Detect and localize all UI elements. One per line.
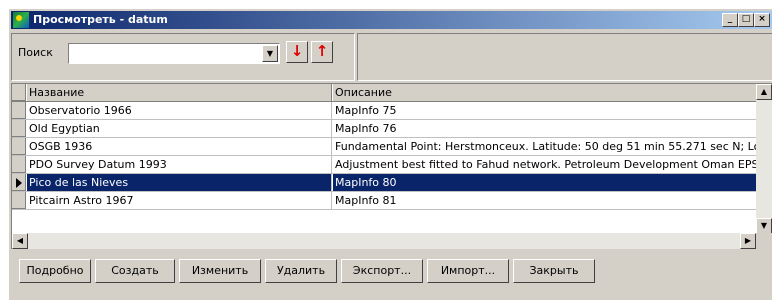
- grid-body: Название Описание Observatorio 1966 MapIn…: [12, 84, 772, 210]
- cell-name[interactable]: Pico de las Nieves: [27, 174, 332, 191]
- current-row-pointer-icon: [16, 178, 22, 188]
- row-selector[interactable]: [12, 192, 26, 209]
- row-selector[interactable]: [12, 102, 26, 119]
- edit-button[interactable]: Изменить: [179, 259, 261, 283]
- sort-down-button[interactable]: ↓: [286, 41, 308, 63]
- search-label: Поиск: [18, 46, 53, 59]
- row-header-corner: [12, 84, 26, 101]
- cell-description[interactable]: MapInfo 76: [333, 120, 772, 137]
- chevron-down-icon[interactable]: ▼: [262, 45, 278, 62]
- column-header-name[interactable]: Название: [27, 84, 332, 101]
- scroll-up-icon[interactable]: ▲: [756, 84, 772, 100]
- title-bar[interactable]: Просмотреть - datum _ □ ×: [11, 11, 772, 29]
- table-row[interactable]: Pico de las Nieves MapInfo 80: [12, 174, 772, 192]
- export-button[interactable]: Экспорт...: [341, 259, 423, 283]
- datum-browser-window: Просмотреть - datum _ □ × Поиск ▼ ↓ ↑ На…: [8, 8, 772, 300]
- cell-name[interactable]: Observatorio 1966: [27, 102, 332, 119]
- table-row[interactable]: OSGB 1936 Fundamental Point: Herstmonceux…: [12, 138, 772, 156]
- app-icon: [13, 12, 29, 28]
- search-toolbar: Поиск ▼ ↓ ↑: [11, 33, 355, 81]
- table-row[interactable]: PDO Survey Datum 1993 Adjustment best fit…: [12, 156, 772, 174]
- import-button[interactable]: Импорт...: [427, 259, 509, 283]
- vertical-scrollbar[interactable]: ▲ ▼: [756, 84, 772, 234]
- row-selector[interactable]: [12, 156, 26, 173]
- maximize-button[interactable]: □: [738, 13, 754, 27]
- cell-name[interactable]: PDO Survey Datum 1993: [27, 156, 332, 173]
- cell-name[interactable]: Pitcairn Astro 1967: [27, 192, 332, 209]
- datum-grid: Название Описание Observatorio 1966 MapIn…: [11, 83, 772, 249]
- close-window-button[interactable]: ×: [754, 13, 770, 27]
- grid-header-row: Название Описание: [12, 84, 772, 102]
- minimize-button[interactable]: _: [722, 13, 738, 27]
- scrollbar-corner: [756, 233, 772, 249]
- cell-name[interactable]: Old Egyptian: [27, 120, 332, 137]
- details-button[interactable]: Подробно: [19, 259, 91, 283]
- close-button[interactable]: Закрыть: [513, 259, 595, 283]
- horizontal-scrollbar[interactable]: ◀ ▶: [12, 233, 756, 249]
- column-header-description[interactable]: Описание: [333, 84, 772, 101]
- cell-description[interactable]: Fundamental Point: Herstmonceux. Latitud…: [333, 138, 772, 155]
- window-title: Просмотреть - datum: [33, 13, 168, 26]
- delete-button[interactable]: Удалить: [265, 259, 337, 283]
- scroll-down-icon[interactable]: ▼: [756, 218, 772, 234]
- create-button[interactable]: Создать: [95, 259, 175, 283]
- table-row[interactable]: Old Egyptian MapInfo 76: [12, 120, 772, 138]
- row-selector[interactable]: [12, 120, 26, 137]
- cell-description[interactable]: MapInfo 75: [333, 102, 772, 119]
- cell-name[interactable]: OSGB 1936: [27, 138, 332, 155]
- toolbar-spacer: [357, 33, 772, 81]
- scroll-right-icon[interactable]: ▶: [740, 233, 756, 249]
- scroll-left-icon[interactable]: ◀: [12, 233, 28, 249]
- cell-description[interactable]: MapInfo 80: [333, 174, 772, 191]
- cell-description[interactable]: Adjustment best fitted to Fahud network.…: [333, 156, 772, 173]
- table-row[interactable]: Observatorio 1966 MapInfo 75: [12, 102, 772, 120]
- row-selector[interactable]: [12, 138, 26, 155]
- table-row[interactable]: Pitcairn Astro 1967 MapInfo 81: [12, 192, 772, 210]
- search-combobox[interactable]: ▼: [68, 43, 280, 64]
- cell-description[interactable]: MapInfo 81: [333, 192, 772, 209]
- row-selector[interactable]: [12, 174, 26, 191]
- sort-up-button[interactable]: ↑: [311, 41, 333, 63]
